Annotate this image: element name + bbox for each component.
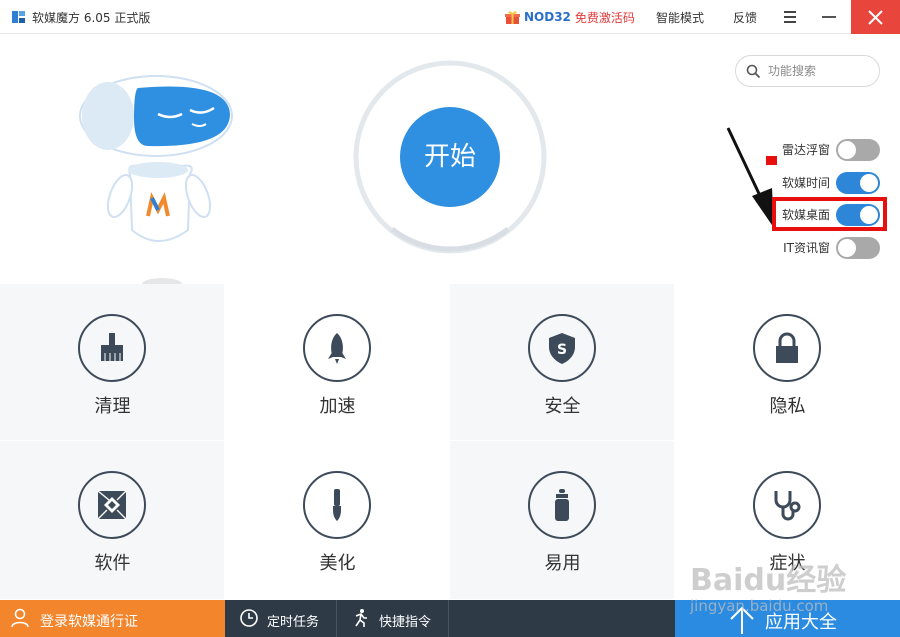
promo-text: 免费激活码	[574, 10, 635, 25]
search-box[interactable]	[735, 55, 880, 87]
baidu-watermark: Baidu经验 jingyan.baidu.com	[690, 555, 890, 615]
feature-grid: 清理 加速 S 安全 隐私 软件 美化 易用 症状	[0, 284, 900, 600]
login-button[interactable]: 登录软媒通行证	[0, 600, 225, 637]
title-bar: 软媒魔方 6.05 正式版 NOD32 免费激活码 智能模式 反馈	[0, 0, 900, 34]
tile-label: 安全	[544, 396, 581, 417]
feedback-button[interactable]: 反馈	[733, 9, 757, 26]
tile-security[interactable]: S 安全	[450, 284, 675, 441]
close-icon	[868, 10, 883, 25]
shield-icon: S	[549, 333, 575, 364]
paintbrush-icon	[333, 489, 341, 521]
broom-icon	[101, 333, 123, 361]
tile-speedup[interactable]: 加速	[225, 284, 450, 441]
promo-brand: NOD32	[524, 10, 571, 24]
rocket-icon	[328, 333, 346, 364]
tile-label: 清理	[94, 396, 131, 417]
tile-icon-circle	[78, 471, 146, 539]
nod32-promo-link[interactable]: NOD32 免费激活码	[505, 8, 635, 26]
annotation-highlight-box	[772, 197, 887, 231]
menu-icon[interactable]	[782, 10, 798, 24]
close-button[interactable]	[851, 0, 900, 34]
top-panel: 开始 雷达浮窗 软媒时间 软媒桌面 IT资讯窗	[0, 34, 900, 290]
bottle-icon	[555, 489, 569, 521]
svg-text:S: S	[557, 342, 567, 358]
tile-privacy[interactable]: 隐私	[675, 284, 900, 441]
watermark-line1: Baidu经验	[690, 563, 847, 598]
toggle-label: IT资讯窗	[783, 241, 830, 255]
toggle-label: 软媒时间	[781, 176, 830, 190]
login-label: 登录软媒通行证	[40, 614, 138, 630]
app-title: 软媒魔方 6.05 正式版	[32, 11, 151, 25]
search-icon	[746, 64, 761, 79]
user-icon	[11, 608, 29, 628]
task-label: 定时任务	[267, 615, 320, 630]
tile-beautify[interactable]: 美化	[225, 441, 450, 600]
mascot-robot-icon	[79, 75, 233, 290]
tile-clean[interactable]: 清理	[0, 284, 225, 441]
radar-float-switch[interactable]	[836, 139, 880, 161]
stethoscope-icon	[774, 491, 801, 521]
smart-mode-button[interactable]: 智能模式	[656, 9, 704, 26]
tile-label: 软件	[94, 553, 131, 574]
tile-label: 美化	[319, 553, 356, 574]
lock-icon	[776, 332, 798, 363]
tile-label: 易用	[544, 553, 581, 574]
start-button[interactable]: 开始	[400, 107, 500, 207]
clock-icon	[240, 609, 258, 627]
search-input[interactable]	[768, 62, 868, 80]
tile-usability[interactable]: 易用	[450, 441, 675, 600]
tile-icon-circle	[303, 314, 371, 382]
aperture-icon	[97, 490, 127, 520]
tile-label: 加速	[319, 396, 356, 417]
tile-icon-circle	[303, 471, 371, 539]
watermark-line2: jingyan.baidu.com	[690, 597, 829, 615]
running-person-icon	[355, 609, 367, 627]
tile-icon-circle: S	[528, 314, 596, 382]
toolbar: 定时任务 快捷指令	[225, 600, 675, 637]
minimize-icon[interactable]	[822, 16, 836, 18]
tile-icon-circle	[753, 471, 821, 539]
app-logo-icon	[12, 11, 25, 23]
toggle-it-news: IT资讯窗	[760, 235, 882, 259]
toggle-label: 雷达浮窗	[781, 143, 830, 157]
tile-icon-circle	[78, 314, 146, 382]
it-news-switch[interactable]	[836, 237, 880, 259]
gift-icon	[505, 10, 520, 24]
cmd-label: 快捷指令	[379, 615, 432, 630]
tile-software[interactable]: 软件	[0, 441, 225, 600]
tile-icon-circle	[528, 471, 596, 539]
quick-command-button[interactable]: 快捷指令	[337, 600, 449, 637]
scheduled-task-button[interactable]: 定时任务	[225, 600, 337, 637]
tile-label: 隐私	[769, 396, 806, 417]
tile-icon-circle	[753, 314, 821, 382]
ruanmei-time-switch[interactable]	[836, 172, 880, 194]
